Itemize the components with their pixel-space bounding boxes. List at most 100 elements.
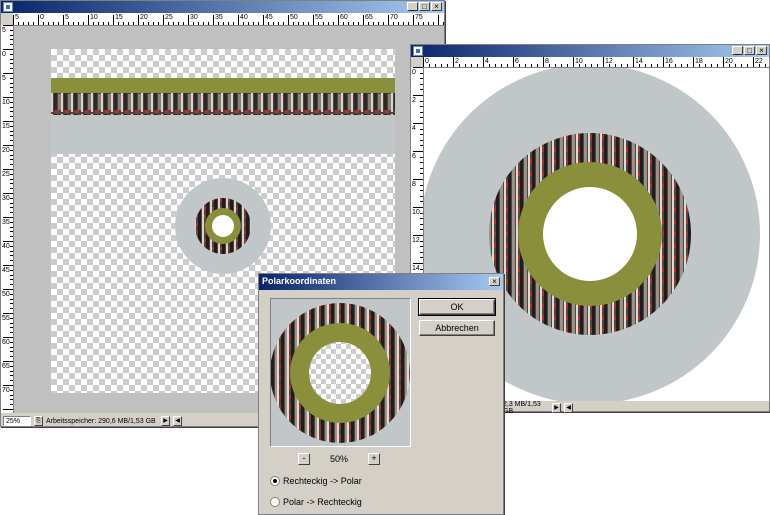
close-button[interactable]: × [756, 46, 767, 55]
ruler-tick [420, 251, 423, 253]
ruler-tick [108, 22, 109, 25]
ruler-tick [163, 15, 164, 25]
ruler-label: 2 [412, 97, 416, 104]
ruler-label: 65 [365, 14, 373, 21]
minimize-button[interactable]: _ [732, 46, 743, 55]
vertical-ruler[interactable]: 5 0 5 10 15 20 25 30 35 40 45 50 55 60 65 70 [1, 25, 14, 413]
ruler-tick [413, 15, 414, 25]
ruler-tick [43, 22, 44, 25]
ruler-tick [420, 83, 423, 85]
ruler-tick [10, 111, 13, 113]
ruler-tick [657, 64, 658, 67]
ruler-label: 65 [2, 363, 10, 370]
zoom-in-button[interactable]: + [368, 453, 380, 465]
ruler-label: 8 [412, 181, 416, 188]
ruler-label: 50 [290, 14, 298, 21]
ok-button[interactable]: OK [418, 298, 496, 316]
left-window-titlebar[interactable]: _ □ × [1, 1, 444, 13]
status-options-icon[interactable]: ⎘ [34, 416, 43, 426]
dialog-titlebar[interactable]: Polarkoordinaten × [259, 274, 503, 290]
maximize-button[interactable]: □ [419, 2, 430, 11]
ruler-label: 14 [635, 58, 643, 65]
ruler-tick [418, 22, 419, 25]
ruler-tick [735, 64, 736, 67]
ruler-tick [420, 100, 423, 102]
horizontal-ruler[interactable]: 5 0 5 10 15 20 25 30 35 40 45 50 55 60 65 70 75 [13, 13, 444, 26]
scroll-left-icon[interactable]: ◀ [564, 403, 573, 413]
ruler-tick [33, 22, 34, 25]
ruler-tick [420, 201, 423, 203]
ruler-tick [10, 92, 13, 94]
ruler-tick [420, 162, 423, 164]
ruler-tick [413, 95, 423, 96]
ruler-tick [338, 15, 339, 25]
ruler-tick [549, 64, 550, 67]
ruler-tick [447, 64, 448, 67]
ruler-label: 15 [2, 123, 10, 130]
ruler-tick [10, 207, 13, 209]
ruler-tick [223, 22, 224, 25]
ruler-tick [118, 22, 119, 25]
filter-preview[interactable] [270, 298, 411, 447]
ruler-tick [133, 22, 134, 25]
dialog-close-button[interactable]: × [489, 277, 500, 286]
radio-rect-to-polar-label[interactable]: Rechteckig -> Polar [283, 476, 362, 486]
ruler-tick [413, 67, 423, 68]
status-menu-arrow-icon[interactable]: ▶ [161, 416, 170, 426]
ruler-tick [238, 15, 239, 25]
zoom-level-field[interactable]: 25% [3, 416, 31, 426]
status-menu-arrow-icon[interactable]: ▶ [552, 403, 561, 413]
ruler-label: 60 [2, 339, 10, 346]
ruler-tick [233, 22, 234, 25]
ruler-tick [10, 356, 13, 358]
ruler-label: 55 [315, 14, 323, 21]
ruler-tick [88, 15, 89, 25]
scroll-left-icon[interactable]: ◀ [173, 416, 182, 426]
radio-polar-to-rect-label[interactable]: Polar -> Rechteckig [283, 497, 362, 507]
minimize-button[interactable]: _ [407, 2, 418, 11]
ruler-tick [10, 351, 13, 353]
ruler-tick [420, 257, 423, 259]
zoom-out-button[interactable]: - [298, 453, 310, 465]
ruler-tick [10, 29, 13, 31]
ruler-tick [420, 106, 423, 108]
ruler-tick [495, 64, 496, 67]
memory-info: 2,3 MB/1,53 GB [503, 401, 541, 415]
ruler-tick [413, 207, 423, 208]
ruler-tick [413, 151, 423, 152]
ruler-tick [10, 68, 13, 70]
ruler-tick [263, 15, 264, 25]
ruler-label: 10 [2, 99, 10, 106]
ruler-tick [711, 64, 712, 67]
ruler-tick [73, 22, 74, 25]
ruler-tick [413, 263, 423, 264]
ruler-tick [10, 255, 13, 257]
ruler-tick [10, 101, 13, 103]
radio-polar-to-rect[interactable] [270, 497, 280, 507]
ruler-label: 20 [140, 14, 148, 21]
ruler-tick [358, 22, 359, 25]
ruler-label: 40 [240, 14, 248, 21]
close-button[interactable]: × [431, 2, 442, 11]
ruler-label: 10 [412, 209, 420, 216]
right-window-titlebar[interactable]: _ □ × [411, 45, 769, 57]
ruler-tick [615, 64, 616, 67]
horizontal-ruler[interactable]: 024681012141618202224 [423, 57, 769, 68]
cancel-button[interactable]: Abbrechen [419, 320, 495, 336]
ruler-label: 0 [40, 14, 44, 21]
ruler-tick [318, 22, 319, 25]
maximize-button[interactable]: □ [744, 46, 755, 55]
ruler-tick [10, 260, 13, 262]
ruler-tick [10, 173, 13, 175]
ruler-tick [10, 106, 13, 108]
ruler-tick [153, 22, 154, 25]
ruler-tick [420, 89, 423, 91]
grass-band [51, 78, 395, 94]
ruler-tick [765, 64, 766, 67]
ruler-tick [203, 22, 204, 25]
ruler-tick [3, 265, 13, 266]
radio-rect-to-polar[interactable] [270, 476, 280, 486]
ruler-label: 16 [665, 58, 673, 65]
ruler-tick [10, 159, 13, 161]
ruler-tick [10, 375, 13, 377]
